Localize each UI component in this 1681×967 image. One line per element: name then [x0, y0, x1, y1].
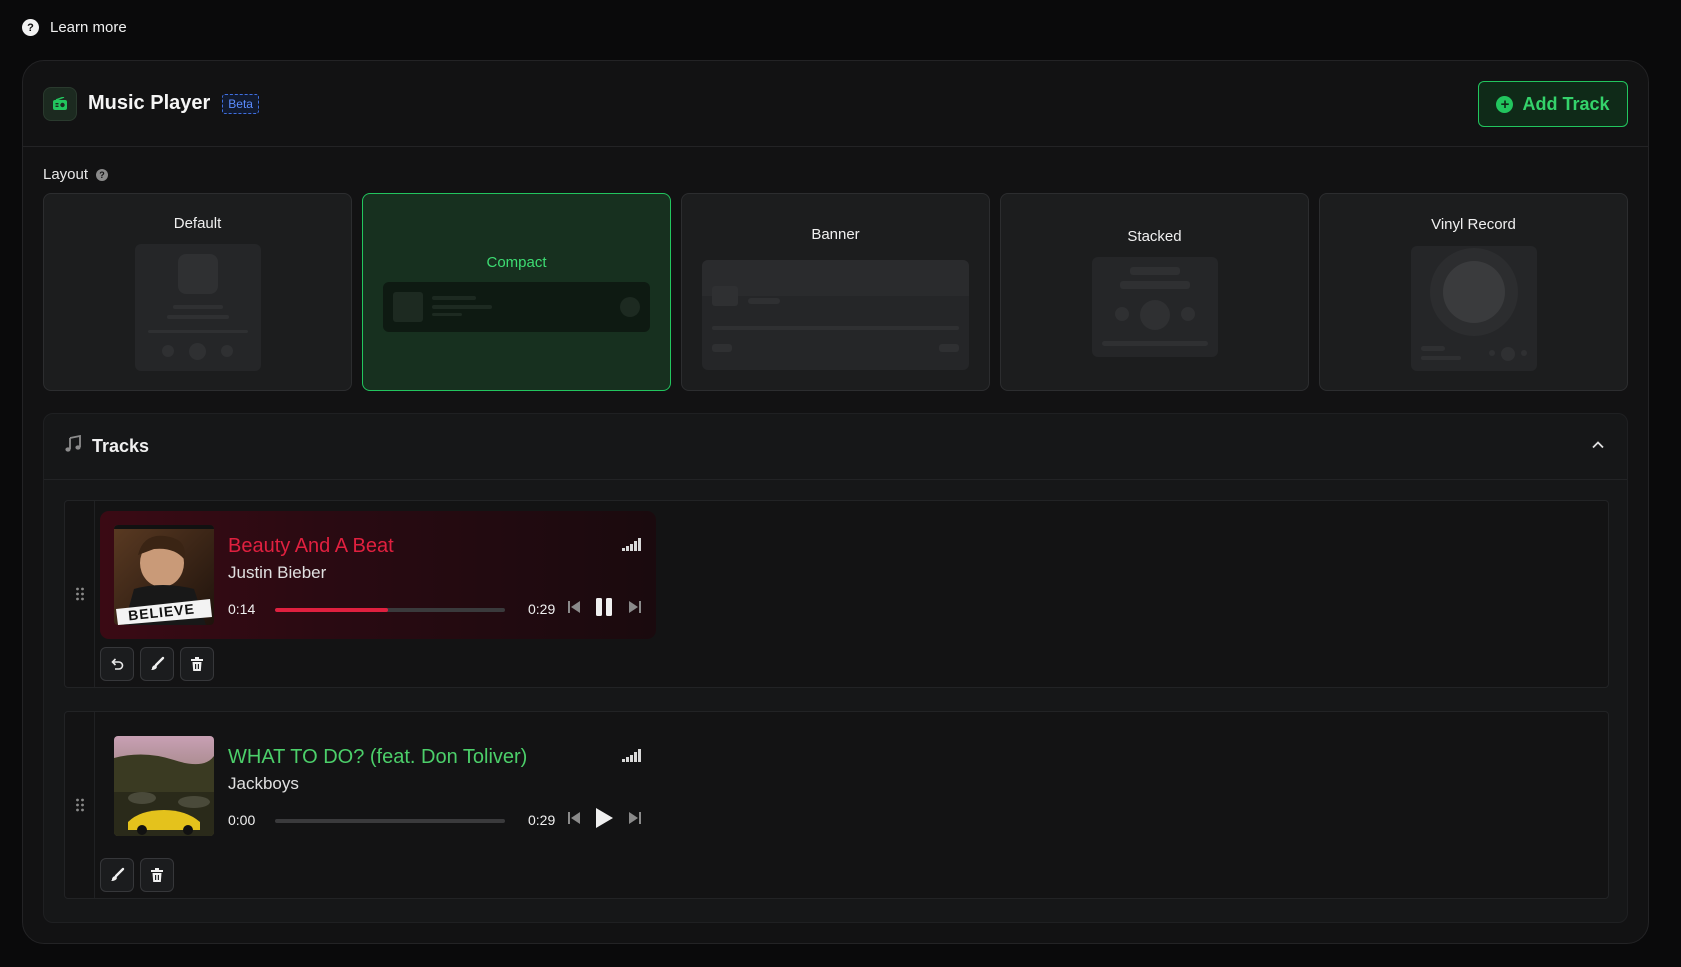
layout-option-stacked[interactable]: Stacked [1000, 193, 1309, 391]
equalizer-icon[interactable] [622, 748, 642, 767]
drag-handle-icon[interactable] [65, 712, 95, 898]
track-row: WHAT TO DO? (feat. Don Toliver) Jackboys… [64, 711, 1609, 899]
stacked-preview [1092, 257, 1218, 357]
layout-option-label: Default [173, 215, 222, 232]
banner-preview [702, 260, 969, 370]
album-cover [114, 736, 214, 836]
layout-option-banner[interactable]: Banner [681, 193, 990, 391]
track-actions [100, 858, 174, 892]
layout-help-icon[interactable]: ? [96, 168, 109, 181]
panel-header: Music Player Beta + Add Track [23, 61, 1648, 147]
progress-bar[interactable] [275, 819, 505, 823]
page-title: Music Player [88, 92, 211, 114]
compact-player: BELIEVE Beauty And A Beat Justin Bieber … [100, 511, 656, 639]
track-artist: Jackboys [228, 774, 299, 793]
album-cover: BELIEVE [114, 525, 214, 625]
track-artist: Justin Bieber [228, 563, 327, 582]
track-row: BELIEVE Beauty And A Beat Justin Bieber … [64, 500, 1609, 688]
chevron-up-icon[interactable] [1591, 438, 1605, 457]
beta-badge: Beta [222, 93, 259, 114]
current-time: 0:00 [228, 812, 256, 828]
tracks-section: Tracks BELIEVE Beauty And A Beat Justin … [43, 413, 1628, 923]
radio-icon [43, 86, 77, 121]
brush-icon[interactable] [140, 647, 174, 681]
track-title: Beauty And A Beat [228, 535, 394, 557]
music-note-icon [64, 434, 82, 458]
duration: 0:29 [528, 812, 556, 828]
drag-handle-icon[interactable] [65, 501, 95, 687]
layout-option-label: Stacked [1127, 228, 1182, 245]
help-icon: ? [22, 19, 39, 36]
progress-fill [275, 608, 388, 612]
next-icon[interactable] [628, 810, 642, 831]
vinyl-preview [1411, 246, 1537, 371]
current-time: 0:14 [228, 601, 256, 617]
add-track-button[interactable]: + Add Track [1478, 81, 1628, 127]
layout-label: Layout ? [43, 166, 109, 183]
tracks-title: Tracks [92, 436, 150, 456]
trash-icon[interactable] [180, 647, 214, 681]
track-title: WHAT TO DO? (feat. Don Toliver) [228, 746, 528, 768]
progress-bar[interactable] [275, 608, 505, 612]
learn-more-label: Learn more [50, 19, 127, 36]
brush-icon[interactable] [100, 858, 134, 892]
tracks-header: Tracks [44, 414, 1627, 480]
add-track-label: Add Track [1522, 93, 1610, 114]
pause-icon[interactable] [594, 596, 614, 623]
compact-preview [383, 282, 650, 332]
undo-icon[interactable] [100, 647, 134, 681]
plus-circle-icon: + [1496, 95, 1514, 113]
layout-label-text: Layout [43, 166, 89, 183]
layout-options: Default Compact Banner Stacked Vinyl Rec… [43, 193, 1628, 391]
play-icon[interactable] [594, 807, 614, 834]
layout-option-label: Compact [486, 254, 547, 271]
learn-more-link[interactable]: ? Learn more [22, 19, 127, 36]
compact-player: WHAT TO DO? (feat. Don Toliver) Jackboys… [100, 722, 656, 850]
layout-option-label: Banner [811, 226, 860, 243]
layout-option-default[interactable]: Default [43, 193, 352, 391]
track-actions [100, 647, 214, 681]
music-player-panel: Music Player Beta + Add Track Layout ? D… [22, 60, 1649, 944]
layout-option-compact[interactable]: Compact [362, 193, 671, 391]
previous-icon[interactable] [567, 810, 581, 831]
layout-option-vinyl-record[interactable]: Vinyl Record [1319, 193, 1628, 391]
equalizer-icon[interactable] [622, 537, 642, 556]
layout-option-label: Vinyl Record [1431, 216, 1516, 233]
duration: 0:29 [528, 601, 556, 617]
default-preview [135, 244, 261, 371]
next-icon[interactable] [628, 599, 642, 620]
trash-icon[interactable] [140, 858, 174, 892]
previous-icon[interactable] [567, 599, 581, 620]
